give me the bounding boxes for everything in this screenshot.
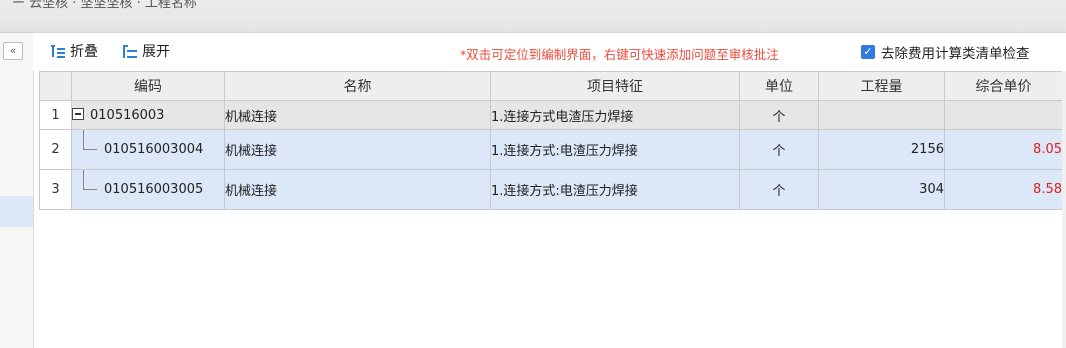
collapse-panel-button[interactable]: « bbox=[3, 42, 23, 60]
tree-connector bbox=[83, 170, 84, 190]
feature-cell[interactable]: 1.连接方式电渣压力焊接 bbox=[490, 100, 740, 130]
collapse-label: 折叠 bbox=[70, 44, 98, 60]
unit-price-cell[interactable]: 8.58 bbox=[944, 169, 1063, 210]
unit-cell[interactable]: 个 bbox=[739, 100, 819, 130]
row-number: 3 bbox=[39, 169, 72, 210]
expand-tree-icon bbox=[123, 44, 138, 59]
header-quantity[interactable]: 工程量 bbox=[818, 71, 945, 101]
bill-items-table: 编码 名称 项目特征 单位 工程量 综合单价 1 010516003 机械连接 … bbox=[39, 71, 1063, 210]
vertical-scrollbar[interactable] bbox=[1062, 71, 1066, 348]
checkmark-icon[interactable]: ✓ bbox=[861, 45, 875, 59]
code-cell[interactable]: 010516003005 bbox=[71, 169, 225, 210]
unit-cell[interactable]: 个 bbox=[739, 169, 819, 210]
feature-cell[interactable]: 1.连接方式:电渣压力焊接 bbox=[490, 129, 740, 170]
collapse-button[interactable]: 折叠 bbox=[51, 42, 98, 60]
header-unit[interactable]: 单位 bbox=[739, 71, 819, 101]
hint-notice: *双击可定位到编制界面，右键可快速添加问题至审核批注 bbox=[460, 47, 779, 62]
name-cell[interactable]: 机械连接 bbox=[224, 100, 491, 130]
quantity-cell[interactable]: 2156 bbox=[818, 129, 945, 170]
header-unit-price[interactable]: 综合单价 bbox=[944, 71, 1063, 101]
table-header-row: 编码 名称 项目特征 单位 工程量 综合单价 bbox=[39, 71, 1063, 101]
tree-connector bbox=[83, 149, 97, 150]
quantity-cell[interactable]: 304 bbox=[818, 169, 945, 210]
expand-button[interactable]: 展开 bbox=[123, 42, 170, 60]
tree-connector bbox=[83, 130, 84, 150]
table-row[interactable]: 2 010516003004 机械连接 1.连接方式:电渣压力焊接 个 2156… bbox=[39, 129, 1063, 170]
code-text: 010516003004 bbox=[104, 142, 204, 157]
header-code[interactable]: 编码 bbox=[71, 71, 225, 101]
header-rownum bbox=[39, 71, 72, 101]
expand-label: 展开 bbox=[142, 44, 170, 60]
breadcrumb: ー 云坚核 · 坚坚坚核 · 工程名称 bbox=[12, 0, 197, 11]
feature-cell[interactable]: 1.连接方式:电渣压力焊接 bbox=[490, 169, 740, 210]
checkbox-label: 去除费用计算类清单检查 bbox=[881, 46, 1030, 62]
quantity-cell[interactable] bbox=[818, 100, 945, 130]
collapse-tree-icon bbox=[51, 44, 66, 59]
header-name[interactable]: 名称 bbox=[224, 71, 491, 101]
left-panel-selected-item[interactable] bbox=[0, 196, 33, 227]
table-row[interactable]: 3 010516003005 机械连接 1.连接方式:电渣压力焊接 个 304 … bbox=[39, 169, 1063, 210]
row-number: 1 bbox=[39, 100, 72, 130]
code-text: 010516003005 bbox=[104, 182, 204, 197]
code-cell[interactable]: 010516003 bbox=[71, 100, 225, 130]
code-cell[interactable]: 010516003004 bbox=[71, 129, 225, 170]
code-text: 010516003 bbox=[90, 107, 165, 123]
name-cell[interactable]: 机械连接 bbox=[224, 169, 491, 210]
collapse-node-icon[interactable] bbox=[72, 107, 84, 120]
exclude-fee-calc-checkbox[interactable]: ✓ 去除费用计算类清单检查 bbox=[861, 42, 1030, 62]
unit-price-cell[interactable]: 8.05 bbox=[944, 129, 1063, 170]
tree-connector bbox=[83, 189, 97, 190]
row-number: 2 bbox=[39, 129, 72, 170]
table-row[interactable]: 1 010516003 机械连接 1.连接方式电渣压力焊接 个 bbox=[39, 100, 1063, 130]
top-bar: ー 云坚核 · 坚坚坚核 · 工程名称 bbox=[0, 0, 1066, 33]
unit-price-cell[interactable] bbox=[944, 100, 1063, 130]
toolbar: 折叠 展开 *双击可定位到编制界面，右键可快速添加问题至审核批注 ✓ 去除费用计… bbox=[33, 33, 1066, 71]
unit-cell[interactable]: 个 bbox=[739, 129, 819, 170]
name-cell[interactable]: 机械连接 bbox=[224, 129, 491, 170]
left-panel: « bbox=[0, 33, 34, 348]
header-feature[interactable]: 项目特征 bbox=[490, 71, 740, 101]
